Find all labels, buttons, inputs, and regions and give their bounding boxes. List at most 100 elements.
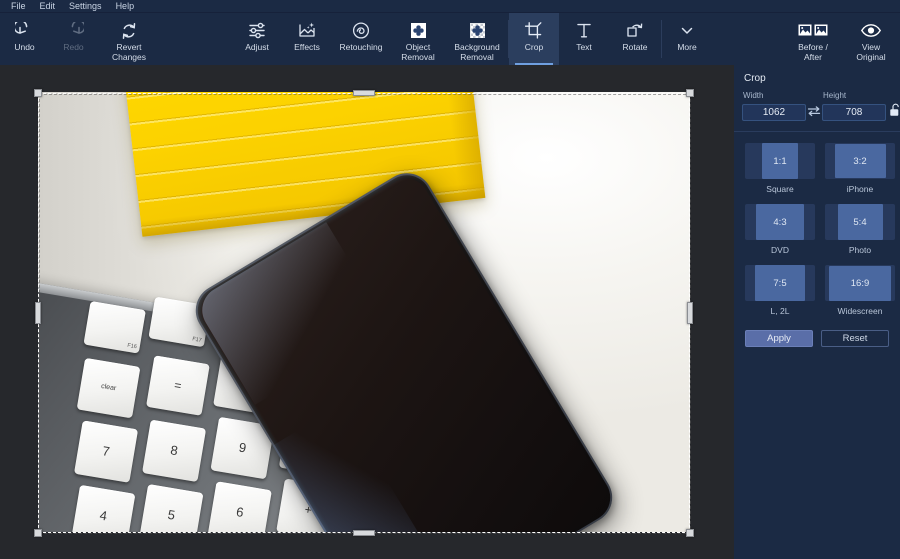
toolbar-spacer-right bbox=[712, 13, 784, 65]
sliders-icon bbox=[247, 20, 267, 41]
photo-editor-window: File Edit Settings Help Undo bbox=[0, 0, 900, 559]
tool-text-label: Text bbox=[576, 43, 592, 53]
tool-background-removal[interactable]: Background Removal bbox=[446, 13, 508, 65]
tool-crop-label: Crop bbox=[525, 43, 543, 53]
tool-text[interactable]: Text bbox=[559, 13, 609, 65]
toolbar-spacer-left bbox=[160, 13, 232, 65]
before-after-button[interactable]: Before / After bbox=[784, 13, 842, 65]
ratio-preset-square[interactable]: 1:1 Square bbox=[745, 143, 815, 194]
tool-adjust-label: Adjust bbox=[245, 43, 269, 53]
ratio-name: DVD bbox=[771, 245, 789, 255]
crop-panel-title: Crop bbox=[744, 73, 892, 84]
crop-height-input[interactable] bbox=[822, 104, 886, 121]
keyboard-key: 7 bbox=[74, 420, 138, 483]
menu-bar: File Edit Settings Help bbox=[0, 0, 900, 13]
keyboard-key: 4 bbox=[71, 485, 135, 532]
chevron-down-icon bbox=[677, 20, 697, 41]
tool-object-removal-label: Object Removal bbox=[401, 43, 435, 62]
crop-icon bbox=[524, 20, 544, 41]
tool-retouching[interactable]: Retouching bbox=[332, 13, 390, 65]
ratio-value: 7:5 bbox=[755, 265, 805, 301]
ratio-tile: 4:3 bbox=[745, 204, 815, 240]
redo-button[interactable]: Redo bbox=[49, 13, 98, 65]
ratio-name: Widescreen bbox=[838, 306, 883, 316]
before-after-icon bbox=[798, 20, 828, 41]
ratio-name: iPhone bbox=[847, 184, 873, 194]
menu-item-help[interactable]: Help bbox=[109, 0, 142, 12]
ratio-tile: 7:5 bbox=[745, 265, 815, 301]
tools-button-group: Adjust Effects bbox=[232, 13, 712, 65]
tool-more-label: More bbox=[677, 43, 696, 53]
menu-item-edit[interactable]: Edit bbox=[33, 0, 63, 12]
revert-icon bbox=[119, 20, 139, 41]
apply-button[interactable]: Apply bbox=[745, 330, 813, 347]
crop-dimension-row: Width Height bbox=[742, 91, 892, 121]
before-after-label: Before / After bbox=[798, 43, 828, 62]
tool-adjust[interactable]: Adjust bbox=[232, 13, 282, 65]
ratio-preset-widescreen[interactable]: 16:9 Widescreen bbox=[825, 265, 895, 316]
lock-aspect-ratio-button[interactable] bbox=[889, 104, 900, 121]
menu-item-settings[interactable]: Settings bbox=[62, 0, 109, 12]
eye-icon bbox=[860, 20, 882, 41]
tool-background-removal-label: Background Removal bbox=[454, 43, 499, 62]
ratio-name: Photo bbox=[849, 245, 871, 255]
keyboard-key-label: 4 bbox=[99, 509, 108, 524]
tool-effects[interactable]: Effects bbox=[282, 13, 332, 65]
view-button-group: Before / After View Original bbox=[784, 13, 900, 65]
main-toolbar: Undo Redo bbox=[0, 13, 900, 65]
tool-rotate-label: Rotate bbox=[622, 43, 647, 53]
keyboard-key: clear bbox=[77, 358, 141, 419]
image-canvas[interactable]: F15F16F17F18F19pageuppagedownclear=/*789… bbox=[0, 65, 734, 559]
keyboard-key-label: 9 bbox=[238, 441, 247, 456]
view-original-button[interactable]: View Original bbox=[842, 13, 900, 65]
tool-crop[interactable]: Crop bbox=[509, 13, 559, 65]
view-original-label: View Original bbox=[856, 43, 885, 62]
swap-dimensions-button[interactable] bbox=[807, 104, 821, 121]
rotate-icon bbox=[625, 20, 645, 41]
object-removal-icon bbox=[409, 20, 428, 41]
keyboard-key-label: 8 bbox=[169, 443, 178, 458]
redo-label: Redo bbox=[63, 43, 83, 53]
tool-rotate[interactable]: Rotate bbox=[609, 13, 661, 65]
history-button-group: Undo Redo bbox=[0, 13, 160, 65]
revert-changes-button[interactable]: Revert Changes bbox=[98, 13, 160, 65]
undo-button[interactable]: Undo bbox=[0, 13, 49, 65]
crop-width-label: Width bbox=[743, 91, 806, 100]
keyboard-key-label: F17 bbox=[192, 338, 202, 345]
keyboard-key-label: = bbox=[173, 379, 182, 393]
ratio-preset-l-2l[interactable]: 7:5 L, 2L bbox=[745, 265, 815, 316]
ratio-tile: 5:4 bbox=[825, 204, 895, 240]
ratio-value: 1:1 bbox=[762, 143, 798, 179]
crop-width-input[interactable] bbox=[742, 104, 806, 121]
tool-more[interactable]: More bbox=[662, 13, 712, 65]
crop-width-field: Width bbox=[742, 91, 806, 121]
crop-height-field: Height bbox=[822, 91, 886, 121]
keyboard-key: 5 bbox=[139, 484, 203, 532]
ratio-value: 5:4 bbox=[838, 204, 883, 240]
ratio-preset-dvd[interactable]: 4:3 DVD bbox=[745, 204, 815, 255]
keyboard-key-label: 5 bbox=[167, 508, 176, 523]
crop-height-label: Height bbox=[823, 91, 886, 100]
crop-actions: Apply Reset bbox=[742, 330, 892, 347]
crop-panel: Crop Width Height bbox=[734, 65, 900, 559]
ratio-tile: 16:9 bbox=[825, 265, 895, 301]
reset-button[interactable]: Reset bbox=[821, 330, 889, 347]
revert-changes-label: Revert Changes bbox=[112, 43, 146, 62]
tool-retouching-label: Retouching bbox=[339, 43, 382, 53]
ratio-name: L, 2L bbox=[771, 306, 790, 316]
effects-icon bbox=[297, 20, 317, 41]
keyboard-key: 8 bbox=[142, 420, 206, 483]
keyboard-key-label: clear bbox=[100, 383, 116, 393]
retouching-icon bbox=[351, 20, 371, 41]
panel-divider bbox=[734, 131, 900, 132]
ratio-preset-iphone[interactable]: 3:2iPhone bbox=[825, 143, 895, 194]
ratio-preset-photo[interactable]: 5:4 Photo bbox=[825, 204, 895, 255]
ratio-value: 16:9 bbox=[829, 266, 891, 301]
ratio-name: Square bbox=[766, 184, 793, 194]
tool-effects-label: Effects bbox=[294, 43, 320, 53]
menu-item-file[interactable]: File bbox=[4, 0, 33, 12]
keyboard-key-label: 6 bbox=[235, 505, 244, 520]
tool-object-removal[interactable]: Object Removal bbox=[390, 13, 446, 65]
redo-icon bbox=[64, 20, 84, 41]
keyboard-key: = bbox=[146, 355, 210, 416]
